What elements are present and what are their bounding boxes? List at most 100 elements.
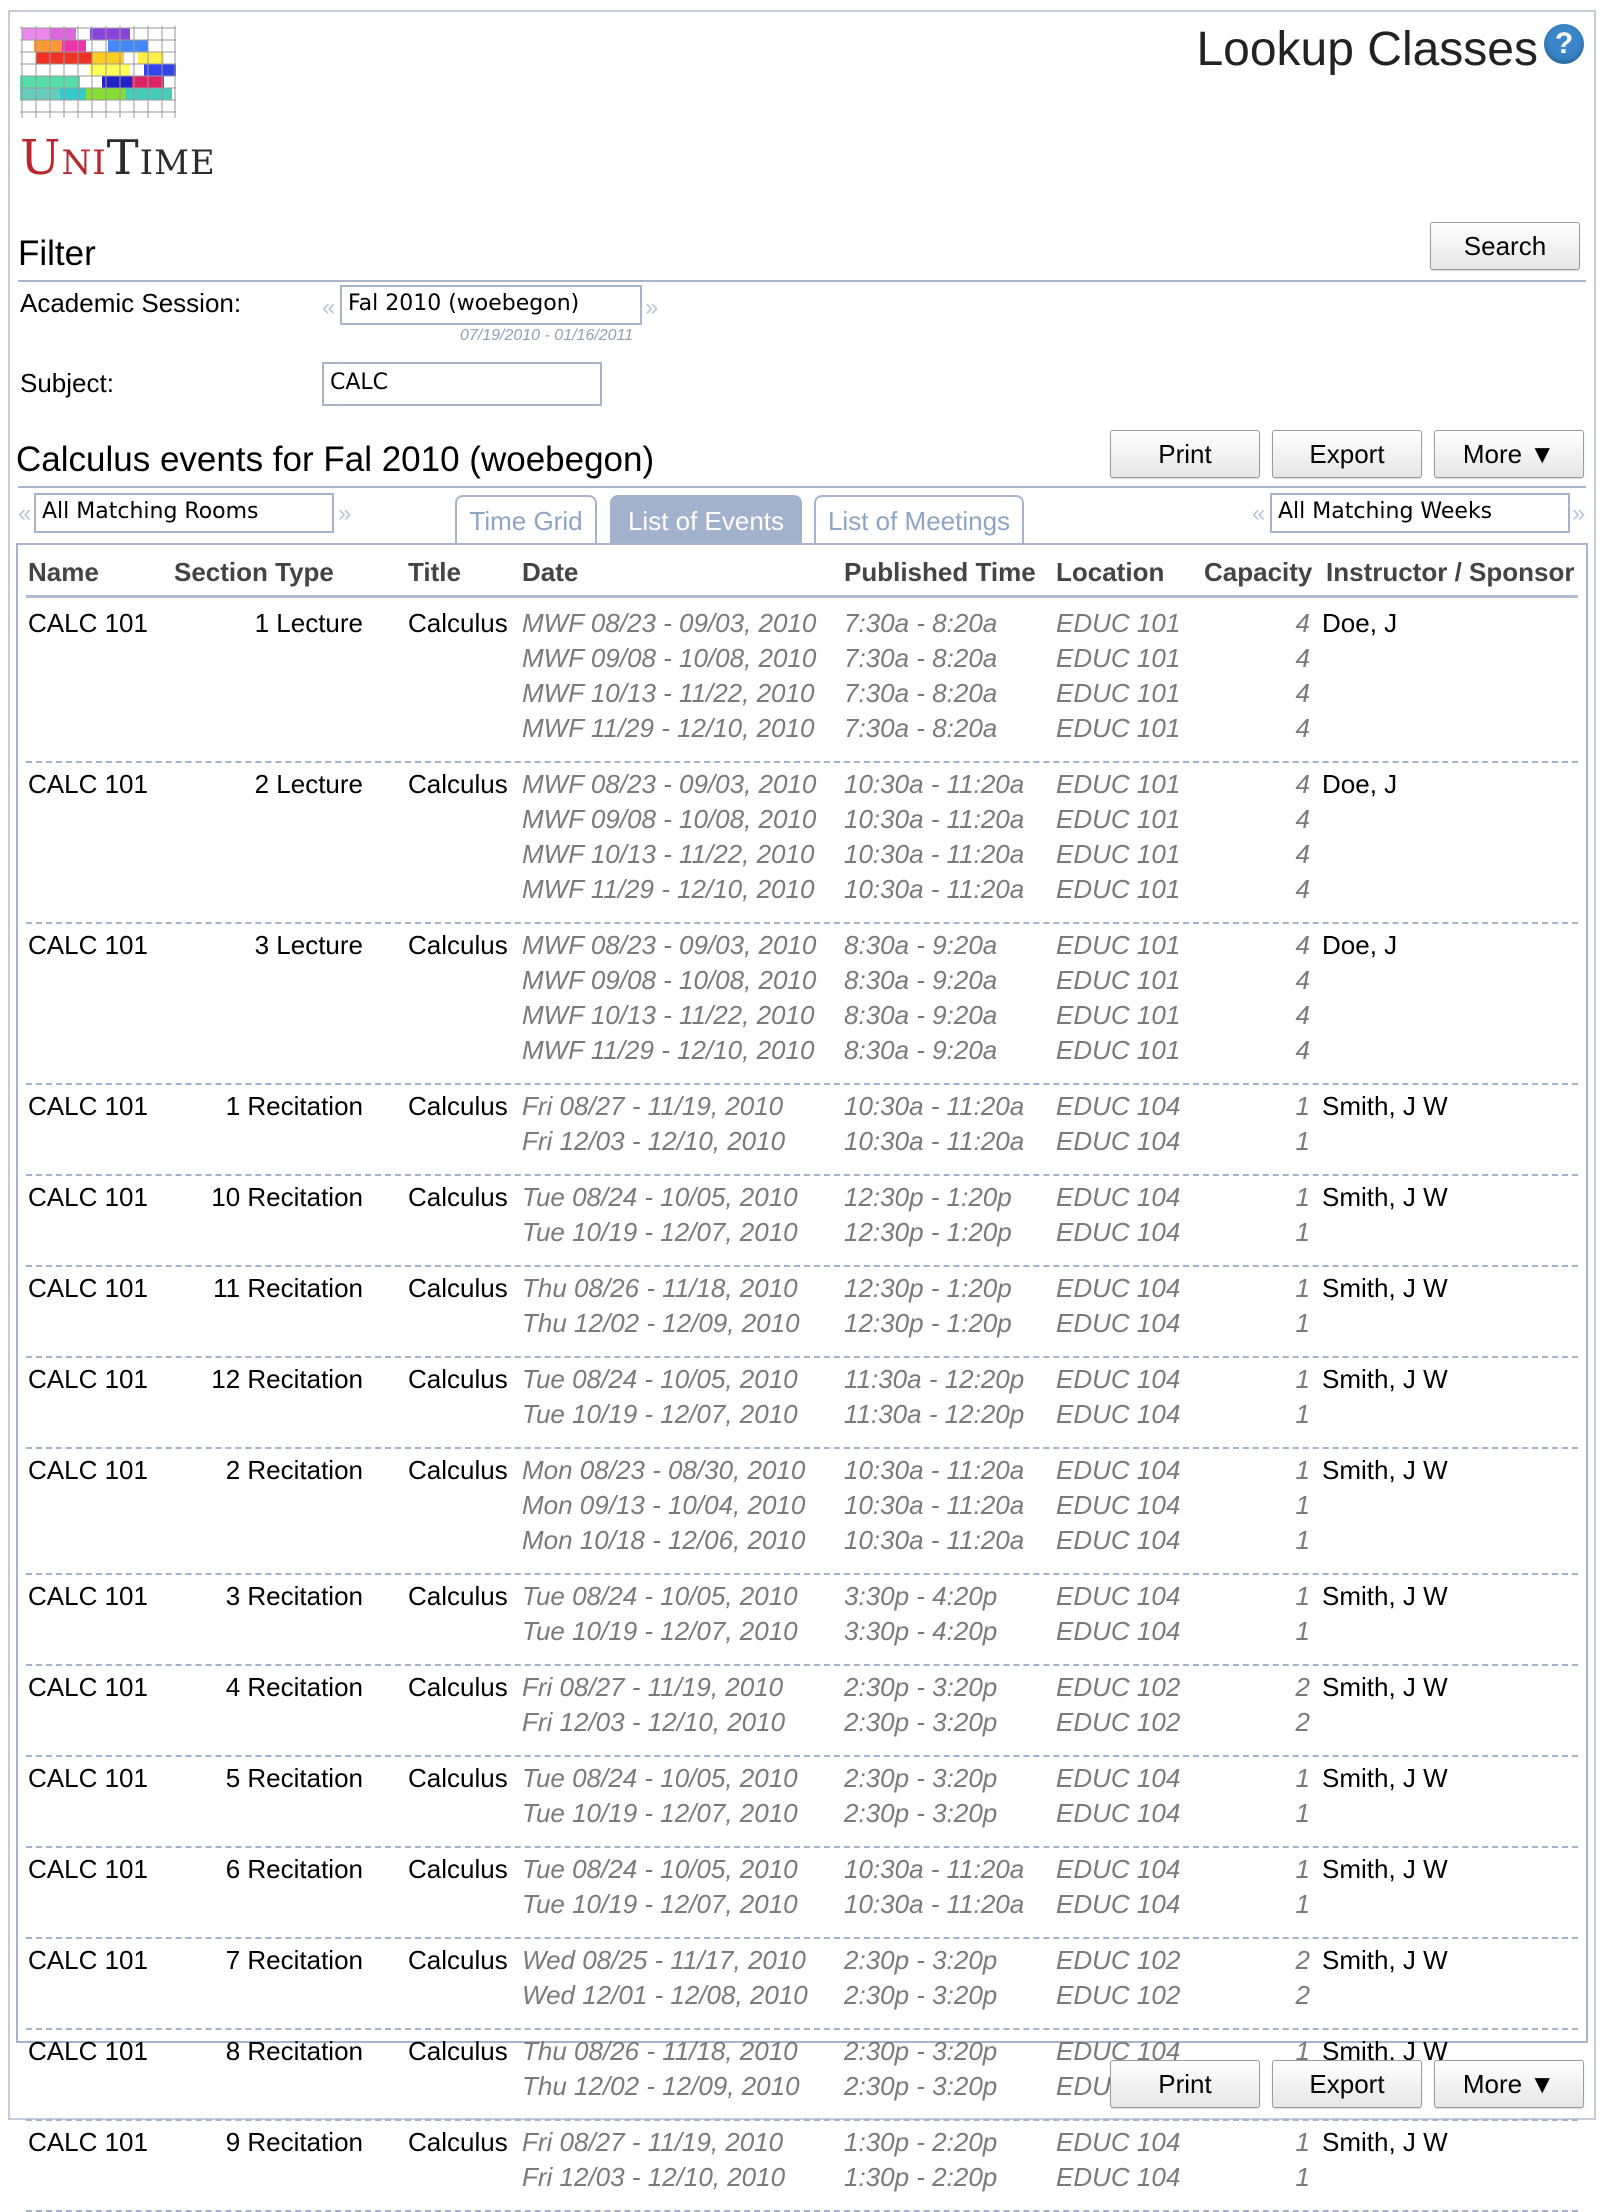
col-name[interactable]: Name [28, 557, 99, 588]
table-row[interactable]: CALC 101 12 Recitation Calculus Smith, J WT… [26, 1356, 1578, 1449]
meeting-capacity: 1 [1295, 1399, 1310, 1429]
meeting-capacity: 2 [1295, 1672, 1310, 1702]
meeting-time: 8:30a - 9:20a [844, 1000, 998, 1030]
tab-list-of-events[interactable]: List of Events [610, 495, 802, 545]
meeting-line: Tue 10/19 - 12/07, 2010 11:30a - 12:20p ED… [26, 1399, 1578, 1434]
meeting-capacity: 1 [1295, 2127, 1310, 2157]
table-row[interactable]: CALC 101 6 Recitation Calculus Smith, J W Tu… [26, 1846, 1578, 1939]
col-published-time[interactable]: Published Time [844, 557, 1036, 588]
col-capacity[interactable]: Capacity [1204, 557, 1312, 588]
meeting-line: Tue 10/19 - 12/07, 2010 10:30a - 11:20a ED… [26, 1889, 1578, 1924]
meeting-date: MWF 09/08 - 10/08, 2010 [522, 804, 817, 834]
meeting-line: Fri 12/03 - 12/10, 2010 10:30a - 11:20a ED… [26, 1126, 1578, 1161]
meeting-date: MWF 10/13 - 11/22, 2010 [522, 678, 815, 708]
rooms-next-icon[interactable]: » [338, 500, 351, 528]
meeting-capacity: 1 [1295, 1091, 1310, 1121]
print-button-bottom[interactable]: Print [1110, 2060, 1260, 2108]
table-row[interactable]: CALC 101 1 Lecture Calculus Doe, J MWF 08/23… [26, 600, 1578, 763]
meeting-location: EDUC 102 [1056, 1707, 1181, 1737]
meeting-line: MWF 10/13 - 11/22, 2010 8:30a - 9:20a EDUC… [26, 1000, 1578, 1035]
meeting-time: 7:30a - 8:20a [844, 608, 998, 638]
meeting-date: MWF 11/29 - 12/10, 2010 [522, 874, 815, 904]
session-next-icon[interactable]: » [645, 294, 658, 322]
meeting-line: Fri 08/27 - 11/19, 2010 1:30p - 2:20p EDUC… [26, 2127, 1578, 2162]
col-instructor[interactable]: Instructor / Sponsor [1326, 557, 1574, 588]
weeks-filter-input[interactable]: All Matching Weeks [1270, 493, 1570, 533]
table-row[interactable]: CALC 101 7 Recitation Calculus Smith, J W We… [26, 1937, 1578, 2030]
table-row[interactable]: CALC 101 11 Recitation Calculus Smith, J WT… [26, 1265, 1578, 1358]
logo-text: UNITIME [20, 130, 216, 186]
tab-list-of-meetings[interactable]: List of Meetings [814, 495, 1024, 545]
col-title[interactable]: Title [408, 557, 461, 588]
subject-input[interactable]: CALC [322, 362, 602, 406]
meeting-capacity: 1 [1295, 1854, 1310, 1884]
more-button-bottom[interactable]: More ▼ [1434, 2060, 1584, 2108]
meeting-capacity: 4 [1295, 713, 1310, 743]
meeting-date: MWF 11/29 - 12/10, 2010 [522, 713, 815, 743]
rooms-filter-input[interactable]: All Matching Rooms [34, 493, 334, 533]
export-button-bottom[interactable]: Export [1272, 2060, 1422, 2108]
meeting-time: 10:30a - 11:20a [844, 1091, 1025, 1121]
meeting-capacity: 1 [1295, 1217, 1310, 1247]
col-section-type[interactable]: Section Type [174, 557, 334, 588]
meeting-date: Fri 08/27 - 11/19, 2010 [522, 2127, 784, 2157]
unitime-logo[interactable]: UNITIME [20, 26, 215, 186]
weeks-next-icon[interactable]: » [1572, 500, 1585, 528]
table-row[interactable]: CALC 101 2 Lecture Calculus Doe, J MWF 08/23… [26, 761, 1578, 924]
academic-session-input[interactable]: Fal 2010 (woebegon) [340, 285, 642, 325]
session-prev-icon[interactable]: « [322, 294, 335, 322]
meeting-time: 2:30p - 3:20p [844, 1707, 998, 1737]
meeting-capacity: 1 [1295, 2162, 1310, 2192]
meeting-line: Thu 12/02 - 12/09, 2010 12:30p - 1:20p EDU… [26, 1308, 1578, 1343]
table-row[interactable]: CALC 101 3 Lecture Calculus Doe, J MWF 08/23… [26, 922, 1578, 1085]
meeting-date: MWF 11/29 - 12/10, 2010 [522, 1035, 815, 1065]
meeting-capacity: 1 [1295, 1455, 1310, 1485]
table-row[interactable]: CALC 101 3 Recitation Calculus Smith, J W Tu… [26, 1573, 1578, 1666]
meeting-line: Tue 08/24 - 10/05, 2010 2:30p - 3:20p EDUC… [26, 1763, 1578, 1798]
meeting-capacity: 2 [1295, 1707, 1310, 1737]
meeting-location: EDUC 104 [1056, 1399, 1181, 1429]
meeting-location: EDUC 104 [1056, 1273, 1181, 1303]
meeting-time: 2:30p - 3:20p [844, 1945, 998, 1975]
help-icon[interactable]: ? [1544, 24, 1584, 64]
print-button[interactable]: Print [1110, 430, 1260, 478]
table-row[interactable]: CALC 101 9 Recitation Calculus Smith, J W Fr… [26, 2119, 1578, 2212]
logo-grid-icon [20, 26, 176, 118]
table-row[interactable]: CALC 101 2 Recitation Calculus Smith, J W Mo… [26, 1447, 1578, 1575]
meeting-date: Thu 12/02 - 12/09, 2010 [522, 2071, 800, 2101]
col-location[interactable]: Location [1056, 557, 1164, 588]
table-row[interactable]: CALC 101 1 Recitation Calculus Smith, J W Fr… [26, 1083, 1578, 1176]
meeting-time: 10:30a - 11:20a [844, 1889, 1025, 1919]
meeting-time: 12:30p - 1:20p [844, 1217, 1012, 1247]
meeting-capacity: 1 [1295, 1763, 1310, 1793]
events-table: Name Section Type Title Date Published T… [16, 543, 1588, 2212]
meeting-time: 1:30p - 2:20p [844, 2162, 998, 2192]
meeting-line: Tue 08/24 - 10/05, 2010 3:30p - 4:20p EDUC… [26, 1581, 1578, 1616]
subject-label: Subject: [20, 368, 114, 398]
table-row[interactable]: CALC 101 10 Recitation Calculus Smith, J WT… [26, 1174, 1578, 1267]
meeting-capacity: 2 [1295, 1980, 1310, 2010]
weeks-prev-icon[interactable]: « [1252, 500, 1265, 528]
table-row[interactable]: CALC 101 4 Recitation Calculus Smith, J W Fr… [26, 1664, 1578, 1757]
meeting-location: EDUC 104 [1056, 1126, 1181, 1156]
meeting-time: 8:30a - 9:20a [844, 930, 998, 960]
meeting-capacity: 1 [1295, 1581, 1310, 1611]
export-button[interactable]: Export [1272, 430, 1422, 478]
table-row[interactable]: CALC 101 5 Recitation Calculus Smith, J W Tu… [26, 1755, 1578, 1848]
search-button[interactable]: Search [1430, 222, 1580, 270]
meeting-date: Wed 08/25 - 11/17, 2010 [522, 1945, 806, 1975]
tab-time-grid[interactable]: Time Grid [455, 495, 597, 545]
col-date[interactable]: Date [522, 557, 578, 588]
more-button[interactable]: More ▼ [1434, 430, 1584, 478]
meeting-time: 10:30a - 11:20a [844, 769, 1025, 799]
meeting-line: MWF 08/23 - 09/03, 2010 7:30a - 8:20a EDUC… [26, 608, 1578, 643]
meeting-capacity: 4 [1295, 874, 1310, 904]
meeting-location: EDUC 101 [1056, 930, 1181, 960]
meeting-time: 1:30p - 2:20p [844, 2127, 998, 2157]
meeting-date: MWF 08/23 - 09/03, 2010 [522, 769, 817, 799]
rooms-prev-icon[interactable]: « [18, 500, 31, 528]
meeting-location: EDUC 101 [1056, 769, 1181, 799]
meeting-time: 2:30p - 3:20p [844, 2036, 998, 2066]
meeting-line: Tue 08/24 - 10/05, 2010 12:30p - 1:20p EDU… [26, 1182, 1578, 1217]
meeting-line: MWF 10/13 - 11/22, 2010 10:30a - 11:20a ED… [26, 839, 1578, 874]
